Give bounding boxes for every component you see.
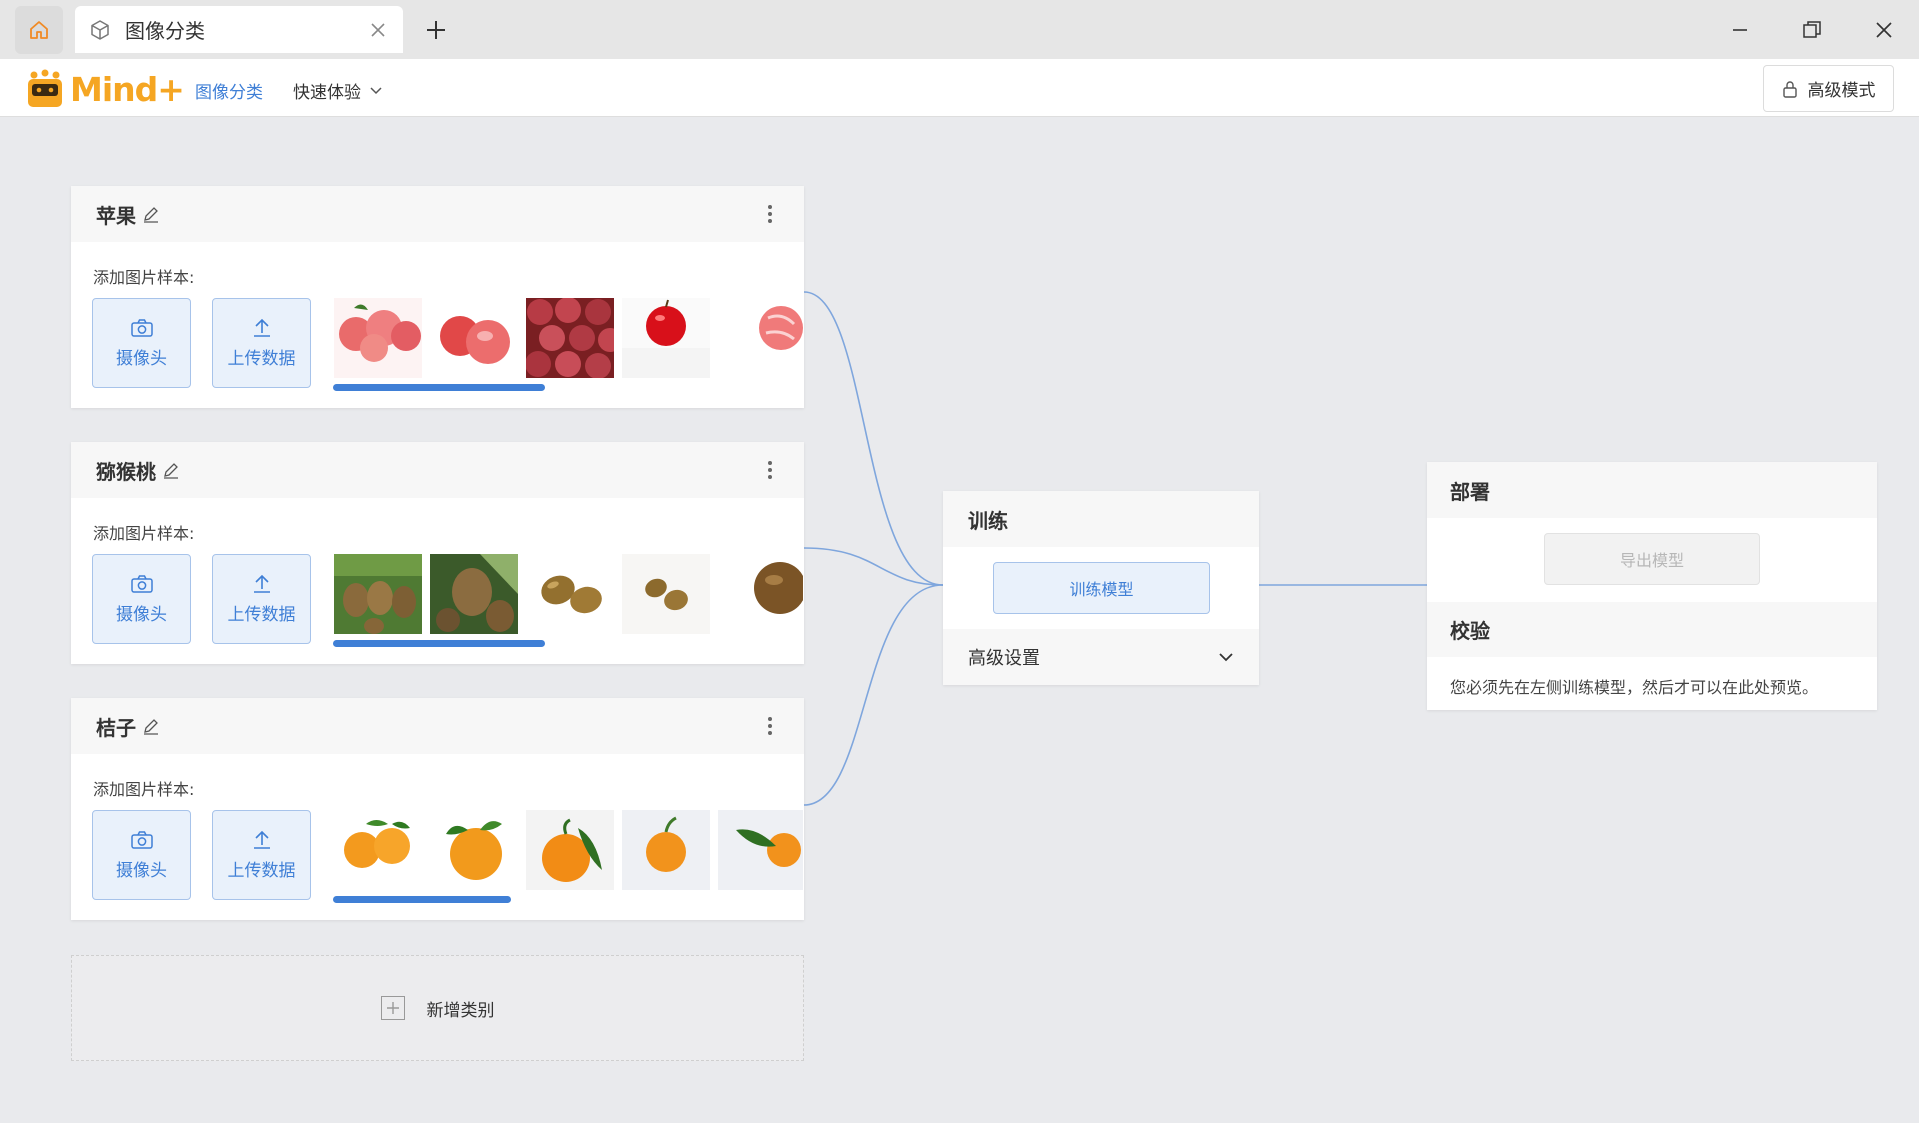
more-vertical-icon[interactable]	[764, 202, 776, 226]
sample-thumbnail[interactable]	[718, 298, 803, 378]
app-header: Mind+ 图像分类 快速体验 高级模式	[0, 59, 1919, 117]
pencil-icon[interactable]	[162, 461, 180, 479]
add-samples-label: 添加图片样本:	[93, 268, 195, 287]
sample-thumbnail[interactable]	[622, 554, 710, 634]
mindplus-logo: Mind+	[26, 69, 185, 109]
upload-label: 上传数据	[227, 604, 296, 625]
lock-icon	[1782, 80, 1797, 98]
sample-thumbnail[interactable]	[622, 810, 710, 890]
train-model-button[interactable]: 训练模型	[993, 562, 1210, 614]
camera-label: 摄像头	[116, 860, 167, 881]
class-card-body: 添加图片样本: 摄像头 上传数据	[71, 754, 804, 920]
class-card-body: 添加图片样本: 摄像头 上传数据	[71, 242, 804, 408]
train-title: 训练	[943, 491, 1259, 547]
more-vertical-icon[interactable]	[764, 714, 776, 738]
class-card-kiwi: 猕猴桃 添加图片样本: 摄像头 上传数据	[71, 442, 804, 664]
add-samples-label: 添加图片样本:	[93, 780, 195, 799]
upload-button[interactable]: 上传数据	[212, 810, 311, 900]
upload-icon	[253, 574, 270, 593]
samples-scrollbar[interactable]	[333, 896, 511, 903]
plus-square-icon	[380, 996, 405, 1020]
sample-thumbnail[interactable]	[526, 298, 614, 378]
cube-icon	[89, 17, 115, 43]
minimize-icon	[1733, 29, 1747, 31]
camera-button[interactable]: 摄像头	[92, 298, 191, 388]
upload-button[interactable]: 上传数据	[212, 298, 311, 388]
class-card-mandarin: 桔子 添加图片样本: 摄像头 上传数据	[71, 698, 804, 920]
window-titlebar: 图像分类	[0, 0, 1919, 59]
sample-thumbnail[interactable]	[334, 810, 422, 890]
sample-thumbnail[interactable]	[526, 554, 614, 634]
class-card-header: 猕猴桃	[71, 442, 804, 498]
advanced-settings-label: 高级设置	[968, 648, 1040, 669]
nav-image-classification[interactable]: 图像分类	[195, 78, 263, 103]
camera-button[interactable]: 摄像头	[92, 554, 191, 644]
home-button[interactable]	[15, 6, 63, 54]
export-model-button[interactable]: 导出模型	[1544, 533, 1760, 585]
sample-thumbnail[interactable]	[718, 810, 803, 890]
new-tab-button[interactable]	[420, 14, 452, 46]
samples-scrollbar[interactable]	[333, 640, 545, 647]
class-name: 桔子	[96, 715, 136, 740]
camera-icon	[130, 574, 153, 593]
upload-icon	[253, 830, 270, 849]
camera-icon	[130, 830, 153, 849]
camera-button[interactable]: 摄像头	[92, 810, 191, 900]
restore-icon	[1803, 21, 1821, 38]
sample-thumbnail[interactable]	[526, 810, 614, 890]
sample-thumbnail[interactable]	[334, 554, 422, 634]
sample-thumbnail[interactable]	[430, 298, 518, 378]
robot-logo-icon	[28, 69, 62, 107]
train-panel: 训练 训练模型 高级设置	[943, 491, 1259, 685]
sample-thumbnail[interactable]	[430, 554, 518, 634]
home-icon	[30, 21, 48, 39]
nav-quick-label: 快速体验	[293, 83, 361, 103]
samples-scrollbar[interactable]	[333, 384, 545, 391]
chevron-down-icon	[370, 86, 382, 94]
close-icon	[1876, 22, 1892, 38]
add-class-label: 新增类别	[426, 1000, 495, 1021]
chevron-down-icon	[1219, 653, 1233, 662]
nav-quick-experience[interactable]: 快速体验	[293, 78, 383, 103]
tab-image-classification[interactable]: 图像分类	[75, 6, 403, 53]
restore-button[interactable]	[1792, 12, 1832, 48]
close-tab-icon[interactable]	[367, 19, 389, 41]
class-name: 猕猴桃	[96, 459, 156, 484]
advanced-mode-label: 高级模式	[1807, 81, 1876, 101]
tab-title: 图像分类	[125, 19, 205, 43]
add-class-button[interactable]: 新增类别	[71, 955, 804, 1061]
upload-label: 上传数据	[227, 860, 296, 881]
sample-thumbnail[interactable]	[430, 810, 518, 890]
close-window-button[interactable]	[1864, 12, 1904, 48]
upload-icon	[253, 318, 270, 337]
more-vertical-icon[interactable]	[764, 458, 776, 482]
advanced-mode-button[interactable]: 高级模式	[1763, 65, 1894, 112]
camera-icon	[130, 318, 153, 337]
class-card-header: 桔子	[71, 698, 804, 754]
pencil-icon[interactable]	[142, 717, 160, 735]
pencil-icon[interactable]	[142, 205, 160, 223]
sample-thumbnail[interactable]	[622, 298, 710, 378]
class-card-body: 添加图片样本: 摄像头 上传数据	[71, 498, 804, 664]
minimize-button[interactable]	[1720, 12, 1760, 48]
class-card-apple: 苹果 添加图片样本: 摄像头 上传数据	[71, 186, 804, 408]
plus-icon	[427, 21, 445, 39]
add-samples-label: 添加图片样本:	[93, 524, 195, 543]
advanced-settings-toggle[interactable]: 高级设置	[943, 629, 1259, 685]
upload-button[interactable]: 上传数据	[212, 554, 311, 644]
sample-thumbnail[interactable]	[718, 554, 803, 634]
class-name: 苹果	[96, 203, 136, 228]
verify-note: 您必须先在左侧训练模型，然后才可以在此处预览。	[1450, 678, 1819, 697]
sample-thumbnail[interactable]	[334, 298, 422, 378]
camera-label: 摄像头	[116, 604, 167, 625]
logo-text: Mind+	[70, 69, 185, 109]
class-card-header: 苹果	[71, 186, 804, 242]
camera-label: 摄像头	[116, 348, 167, 369]
deploy-panel: 部署 导出模型 校验 您必须先在左侧训练模型，然后才可以在此处预览。	[1427, 462, 1877, 710]
upload-label: 上传数据	[227, 348, 296, 369]
verify-title: 校验	[1427, 602, 1877, 657]
deploy-title: 部署	[1427, 462, 1877, 518]
